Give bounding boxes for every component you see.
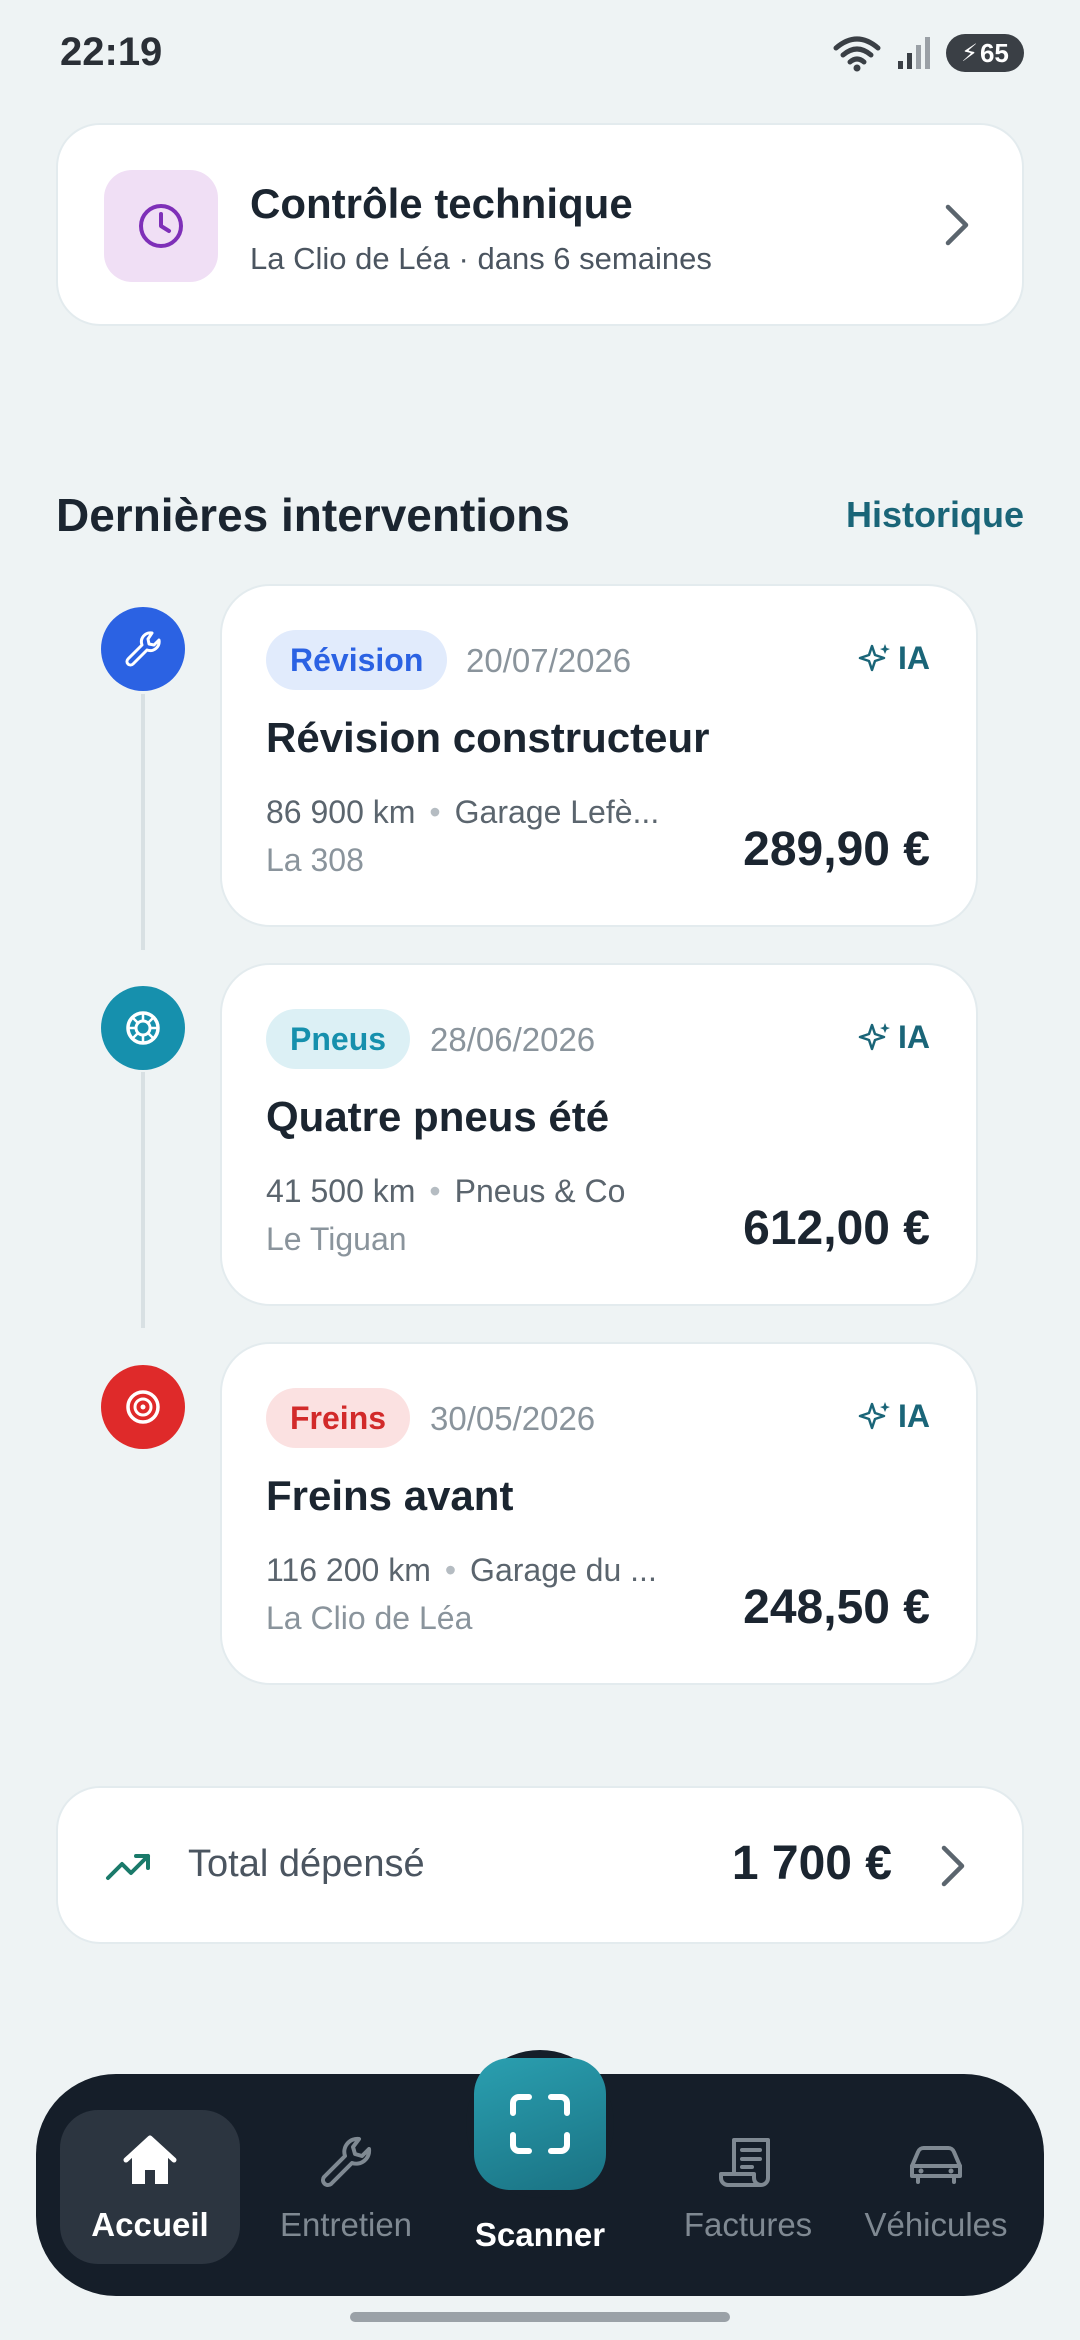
intervention-vehicle: La Clio de Léa	[266, 1600, 473, 1636]
ai-tag: IA	[858, 640, 930, 677]
status-time: 22:19	[60, 30, 163, 74]
tire-icon	[126, 1011, 160, 1045]
status-icons: ⚡ 65	[832, 34, 1024, 72]
intervention-price: 612,00 €	[743, 1202, 930, 1255]
chevron-right-icon	[941, 1845, 965, 1887]
history-link[interactable]: Historique	[846, 494, 1024, 536]
timeline-connector	[141, 1072, 145, 1328]
intervention-card[interactable]: Pneus 28/06/2026 IA Quatre pneus été 41 …	[220, 963, 978, 1306]
intervention-vehicle: Le Tiguan	[266, 1221, 407, 1257]
nav-maintenance[interactable]: Entretien	[256, 2110, 436, 2264]
intervention-title: Quatre pneus été	[266, 1093, 610, 1140]
intervention-km: 116 200 km	[266, 1552, 431, 1588]
car-icon	[910, 2146, 962, 2184]
intervention-meta: 41 500 km • Pneus & Co	[266, 1173, 706, 1210]
home-indicator[interactable]	[350, 2312, 730, 2322]
ai-tag-label: IA	[898, 1019, 930, 1055]
wifi-icon	[833, 36, 881, 72]
home-icon	[123, 2135, 177, 2184]
nav-vehicles-label: Véhicules	[864, 2206, 1008, 2243]
signal-icon	[898, 37, 930, 69]
intervention-title: Révision constructeur	[266, 714, 710, 761]
section-title: Dernières interventions	[56, 489, 570, 541]
intervention-title: Freins avant	[266, 1472, 514, 1519]
reminder-icon-container	[104, 170, 218, 282]
intervention-vehicle: La 308	[266, 842, 364, 878]
intervention-price: 289,90 €	[743, 823, 930, 876]
intervention-card[interactable]: Révision 20/07/2026 IA Révision construc…	[220, 584, 978, 927]
intervention-date: 30/05/2026	[430, 1400, 596, 1437]
reminder-card[interactable]: Contrôle technique La Clio de Léa · dans…	[56, 123, 1024, 326]
ai-tag: IA	[858, 1398, 930, 1435]
battery-level: 65	[979, 37, 1009, 68]
separator-dot: •	[429, 1173, 441, 1209]
intervention-date: 28/06/2026	[430, 1021, 596, 1058]
ai-tag-label: IA	[898, 640, 930, 676]
timeline-dot-revision	[101, 607, 185, 691]
separator-dot: •	[429, 794, 441, 830]
timeline-connector	[141, 694, 145, 950]
nav-scanner-label: Scanner	[474, 2216, 606, 2253]
chevron-right-icon	[945, 204, 969, 246]
charging-icon: ⚡	[961, 39, 978, 67]
separator-dot: •	[444, 1552, 457, 1588]
ai-tag: IA	[858, 1019, 930, 1056]
intervention-km: 41 500 km	[266, 1173, 416, 1209]
intervention-garage: Garage du ...	[470, 1552, 657, 1588]
nav-home-label: Accueil	[91, 2206, 209, 2243]
intervention-card[interactable]: Freins 30/05/2026 IA Freins avant 116 20…	[220, 1342, 978, 1685]
trend-up-icon	[106, 1854, 150, 1880]
intervention-km: 86 900 km	[266, 794, 416, 830]
intervention-meta: 86 900 km • Garage Lefè...	[266, 794, 706, 831]
brake-icon	[126, 1390, 160, 1424]
reminder-subtitle: La Clio de Léa · dans 6 semaines	[250, 241, 712, 276]
reminder-title: Contrôle technique	[250, 180, 633, 227]
clock-icon	[139, 204, 183, 248]
nav-invoices-label: Factures	[683, 2206, 813, 2243]
category-badge: Révision	[266, 630, 448, 690]
total-value: 1 700 €	[731, 1837, 892, 1890]
scanner-button[interactable]	[474, 2058, 606, 2190]
status-bar: 22:19 ⚡ 65	[0, 0, 1080, 110]
timeline-dot-brakes	[101, 1365, 185, 1449]
category-badge: Freins	[266, 1388, 411, 1448]
sparkle-icon	[858, 643, 890, 671]
nav-vehicles[interactable]: Véhicules	[844, 2110, 1028, 2264]
ai-tag-label: IA	[898, 1398, 930, 1434]
receipt-icon	[719, 2138, 770, 2187]
nav-home[interactable]: Accueil	[60, 2110, 240, 2264]
intervention-price: 248,50 €	[743, 1581, 930, 1634]
intervention-meta: 116 200 km • Garage du ...	[266, 1552, 706, 1589]
intervention-garage: Garage Lefè...	[454, 794, 660, 830]
timeline-dot-tires	[101, 986, 185, 1070]
total-spent-card[interactable]: Total dépensé 1 700 €	[56, 1786, 1024, 1944]
wrench-icon	[321, 2136, 372, 2187]
battery-indicator: ⚡ 65	[946, 34, 1024, 72]
intervention-date: 20/07/2026	[466, 642, 632, 679]
nav-maintenance-label: Entretien	[279, 2206, 413, 2243]
sparkle-icon	[858, 1401, 890, 1429]
category-badge: Pneus	[266, 1009, 411, 1069]
wrench-icon	[125, 631, 161, 667]
sparkle-icon	[858, 1022, 890, 1050]
nav-invoices[interactable]: Factures	[658, 2110, 838, 2264]
scan-icon	[510, 2094, 570, 2154]
intervention-garage: Pneus & Co	[454, 1173, 626, 1209]
total-label: Total dépensé	[188, 1843, 425, 1885]
